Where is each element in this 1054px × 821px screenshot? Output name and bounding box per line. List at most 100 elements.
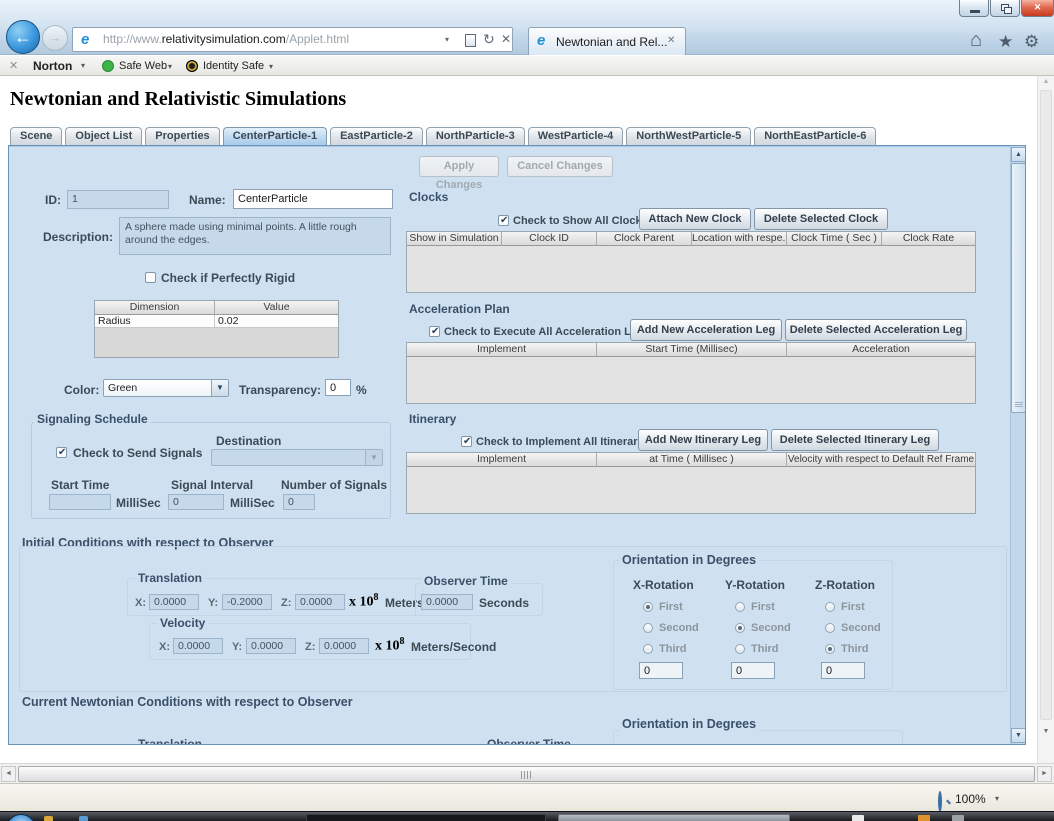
color-dropdown-arrow-icon[interactable]: ▼ — [211, 380, 228, 396]
pinned-app2-icon[interactable] — [79, 816, 88, 821]
favorites-icon[interactable]: ★ — [998, 32, 1013, 52]
browser-tab[interactable]: e Newtonian and Rel... ✕ — [528, 27, 686, 55]
clocks-col-location[interactable]: Location with respe.. — [692, 232, 787, 246]
url-text[interactable]: http://www.relativitysimulation.com/Appl… — [103, 28, 349, 51]
zoom-level[interactable]: 100% — [955, 792, 986, 806]
perfectly-rigid-checkbox[interactable] — [145, 272, 156, 283]
tab-eastparticle-2[interactable]: EastParticle-2 — [330, 127, 423, 145]
scroll-right-button[interactable]: ► — [1037, 766, 1052, 782]
tab-westparticle-4[interactable]: WestParticle-4 — [528, 127, 624, 145]
tab-object-list[interactable]: Object List — [65, 127, 142, 145]
y-rotation-first-radio[interactable] — [735, 602, 745, 612]
start-orb-icon[interactable] — [6, 814, 36, 821]
refresh-icon[interactable]: ↻ — [483, 28, 495, 51]
transparency-field[interactable] — [325, 379, 351, 396]
page-horizontal-scrollbar[interactable]: ◄ ► — [0, 763, 1054, 783]
norton-menu[interactable]: Norton — [33, 59, 72, 73]
itin-col-time[interactable]: at Time ( Millisec ) — [597, 453, 787, 467]
page-scrollbar-thumb[interactable] — [1040, 90, 1052, 720]
close-button[interactable]: ✕ — [1021, 0, 1054, 17]
compatibility-view-icon[interactable] — [465, 34, 476, 47]
tab-scene[interactable]: Scene — [10, 127, 62, 145]
value-col-header[interactable]: Value — [215, 301, 338, 315]
taskbar-active-window-button[interactable] — [306, 814, 546, 821]
itin-col-velocity[interactable]: Velocity with respect to Default Ref Fra… — [787, 453, 975, 467]
tab-northeastparticle-6[interactable]: NorthEastParticle-6 — [754, 127, 876, 145]
itinerary-table[interactable]: Implement at Time ( Millisec ) Velocity … — [406, 452, 976, 514]
destination-dropdown[interactable]: ▼ — [211, 449, 383, 466]
clocks-col-parent[interactable]: Clock Parent — [597, 232, 692, 246]
add-acceleration-leg-button[interactable]: Add New Acceleration Leg — [630, 319, 782, 341]
tray-icon[interactable] — [852, 815, 864, 821]
x-rotation-first-radio[interactable] — [643, 602, 653, 612]
zoom-dropdown-icon[interactable]: ▾ — [995, 794, 999, 803]
tab-northparticle-3[interactable]: NorthParticle-3 — [426, 127, 525, 145]
show-all-clocks-checkbox[interactable] — [498, 215, 509, 226]
delete-itinerary-leg-button[interactable]: Delete Selected Itinerary Leg — [771, 429, 939, 451]
forward-button[interactable]: → — [42, 25, 68, 51]
clocks-table[interactable]: Show in Simulation Clock ID Clock Parent… — [406, 231, 976, 293]
stop-icon[interactable]: ✕ — [501, 28, 511, 51]
z-rotation-value-field[interactable] — [821, 662, 865, 679]
identity-safe-menu[interactable]: Identity Safe — [203, 60, 264, 72]
y-rotation-value-field[interactable] — [731, 662, 775, 679]
name-field[interactable] — [233, 189, 393, 209]
accel-col-implement[interactable]: Implement — [407, 343, 597, 357]
hscrollbar-thumb[interactable] — [18, 766, 1035, 782]
add-itinerary-leg-button[interactable]: Add New Itinerary Leg — [638, 429, 768, 451]
address-bar[interactable]: e http://www.relativitysimulation.com/Ap… — [72, 27, 513, 52]
applet-vertical-scrollbar[interactable]: ▲ ▼ — [1010, 146, 1026, 744]
y-rotation-second-radio[interactable] — [735, 623, 745, 633]
execute-acceleration-checkbox[interactable] — [429, 326, 440, 337]
z-rotation-second-radio[interactable] — [825, 623, 835, 633]
tray-icon-3[interactable] — [952, 815, 964, 821]
tab-close-icon[interactable]: ✕ — [667, 35, 675, 46]
apply-changes-button[interactable]: Apply Changes — [419, 156, 499, 177]
x-rotation-second-radio[interactable] — [643, 623, 653, 633]
minimize-button[interactable] — [959, 0, 989, 17]
scroll-left-button[interactable]: ◄ — [1, 766, 16, 782]
color-dropdown[interactable]: Green ▼ — [103, 379, 229, 397]
y-rotation-third-radio[interactable] — [735, 644, 745, 654]
tab-northwestparticle-5[interactable]: NorthWestParticle-5 — [626, 127, 751, 145]
tools-gear-icon[interactable]: ⚙ — [1024, 32, 1039, 52]
dimension-col-header[interactable]: Dimension — [95, 301, 215, 315]
value-cell[interactable]: 0.02 — [215, 315, 338, 328]
dimension-cell[interactable]: Radius — [95, 315, 215, 328]
dimension-table[interactable]: Dimension Value Radius 0.02 — [94, 300, 339, 358]
norton-close-icon[interactable]: ✕ — [9, 59, 18, 72]
clocks-col-id[interactable]: Clock ID — [502, 232, 597, 246]
tab-centerparticle-1[interactable]: CenterParticle-1 — [223, 127, 327, 145]
send-signals-checkbox[interactable] — [56, 447, 67, 458]
restore-button[interactable] — [990, 0, 1020, 17]
z-rotation-third-radio[interactable] — [825, 644, 835, 654]
pinned-app-icon[interactable] — [44, 816, 53, 821]
scrollbar-thumb[interactable] — [1011, 163, 1026, 413]
tab-properties[interactable]: Properties — [145, 127, 219, 145]
z-rotation-first-radio[interactable] — [825, 602, 835, 612]
x-rotation-third-radio[interactable] — [643, 644, 653, 654]
back-button[interactable]: ← — [6, 20, 40, 54]
address-dropdown-icon[interactable]: ▾ — [445, 28, 449, 51]
safe-web-menu[interactable]: Safe Web — [119, 60, 167, 72]
acceleration-table[interactable]: Implement Start Time (Millisec) Accelera… — [406, 342, 976, 404]
accel-col-acceleration[interactable]: Acceleration — [787, 343, 975, 357]
implement-itineraries-checkbox[interactable] — [461, 436, 472, 447]
accel-col-start-time[interactable]: Start Time (Millisec) — [597, 343, 787, 357]
delete-selected-clock-button[interactable]: Delete Selected Clock — [754, 208, 888, 230]
home-icon[interactable]: ⌂ — [970, 30, 982, 50]
scroll-down-button[interactable]: ▼ — [1011, 728, 1026, 743]
attach-new-clock-button[interactable]: Attach New Clock — [639, 208, 751, 230]
tray-icon-2[interactable] — [918, 815, 930, 821]
delete-acceleration-leg-button[interactable]: Delete Selected Acceleration Leg — [785, 319, 967, 341]
page-vertical-scrollbar[interactable]: ▲ ▼ — [1037, 76, 1054, 763]
table-row[interactable]: Radius 0.02 — [95, 315, 338, 328]
itin-col-implement[interactable]: Implement — [407, 453, 597, 467]
clocks-col-time[interactable]: Clock Time ( Sec ) — [787, 232, 882, 246]
clocks-col-rate[interactable]: Clock Rate — [882, 232, 975, 246]
scroll-up-button[interactable]: ▲ — [1011, 147, 1026, 162]
clocks-col-show[interactable]: Show in Simulation — [407, 232, 502, 246]
page-scroll-up-icon[interactable]: ▲ — [1040, 78, 1052, 85]
page-scroll-down-icon[interactable]: ▼ — [1040, 728, 1052, 735]
taskbar-window-button[interactable] — [558, 814, 790, 821]
